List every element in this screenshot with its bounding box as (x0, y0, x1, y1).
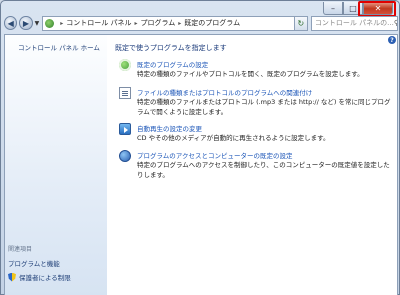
crumb-separator[interactable]: ▸ (60, 20, 63, 27)
sidebar-parental-controls-link[interactable]: 保護者による制限 (8, 272, 71, 282)
file-association-icon (119, 87, 131, 99)
help-icon[interactable]: ? (388, 36, 396, 44)
address-bar[interactable]: ▸ コントロール パネル ▸ プログラム ▸ 既定のプログラム (42, 15, 295, 31)
option-description: 特定の種類のファイルやプロトコルを開く、既定のプログラムを設定します。 (137, 70, 364, 78)
content-area: コントロール パネル ホーム 関連項目 プログラムと機能 保護者による制限 ? … (4, 34, 398, 295)
search-input[interactable]: コントロール パネルの... ⚲ (310, 15, 398, 31)
shield-icon (8, 272, 16, 282)
navigation-bar: ◀ ▶ ▼ ▸ コントロール パネル ▸ プログラム ▸ 既定のプログラム ↻ … (4, 14, 398, 32)
search-placeholder: コントロール パネルの... (314, 19, 394, 27)
option-description: CD やその他のメディアが自動的に再生されるように設定します。 (137, 134, 330, 142)
breadcrumb-default-programs[interactable]: 既定のプログラム (184, 18, 240, 28)
breadcrumb-control-panel[interactable]: コントロール パネル (66, 18, 131, 28)
control-panel-window: – □ ✕ ◀ ▶ ▼ ▸ コントロール パネル ▸ プログラム ▸ 既定のプロ… (0, 0, 400, 295)
sidebar-related-heading: 関連項目 (8, 246, 33, 253)
crumb-separator[interactable]: ▸ (178, 20, 181, 27)
autoplay-settings-link[interactable]: 自動再生の設定の変更 (137, 123, 202, 133)
breadcrumb-programs[interactable]: プログラム (140, 18, 175, 28)
control-panel-icon (45, 18, 55, 28)
refresh-button[interactable]: ↻ (294, 15, 308, 31)
program-access-defaults-link[interactable]: プログラムのアクセスとコンピューターの既定の設定 (137, 150, 292, 160)
sidebar: コントロール パネル ホーム 関連項目 プログラムと機能 保護者による制限 (5, 35, 107, 295)
sidebar-parental-controls-label: 保護者による制限 (19, 274, 71, 282)
back-button[interactable]: ◀ (4, 16, 18, 30)
forward-button[interactable]: ▶ (19, 16, 33, 30)
main-panel: ? 既定で使うプログラムを指定します 既定のプログラムの設定 特定の種類のファイ… (107, 35, 399, 295)
default-programs-icon (119, 59, 131, 71)
recent-pages-dropdown[interactable]: ▼ (35, 20, 40, 27)
option-description: 特定のプログラムへのアクセスを制御したり、このコンピューターの既定値を設定したり… (137, 161, 390, 179)
set-default-programs-link[interactable]: 既定のプログラムの設定 (137, 59, 208, 69)
search-icon[interactable]: ⚲ (394, 19, 397, 27)
file-association-link[interactable]: ファイルの種類またはプロトコルのプログラムへの関連付け (137, 87, 312, 97)
sidebar-programs-and-features-link[interactable]: プログラムと機能 (8, 258, 60, 268)
page-title: 既定で使うプログラムを指定します (115, 44, 227, 52)
option-description: 特定の種類のファイルまたはプロトコル (.mp3 または http:// など)… (137, 98, 391, 116)
program-access-icon (119, 150, 131, 162)
sidebar-home-link[interactable]: コントロール パネル ホーム (18, 42, 100, 52)
autoplay-icon (119, 123, 131, 135)
crumb-separator[interactable]: ▸ (134, 20, 137, 27)
